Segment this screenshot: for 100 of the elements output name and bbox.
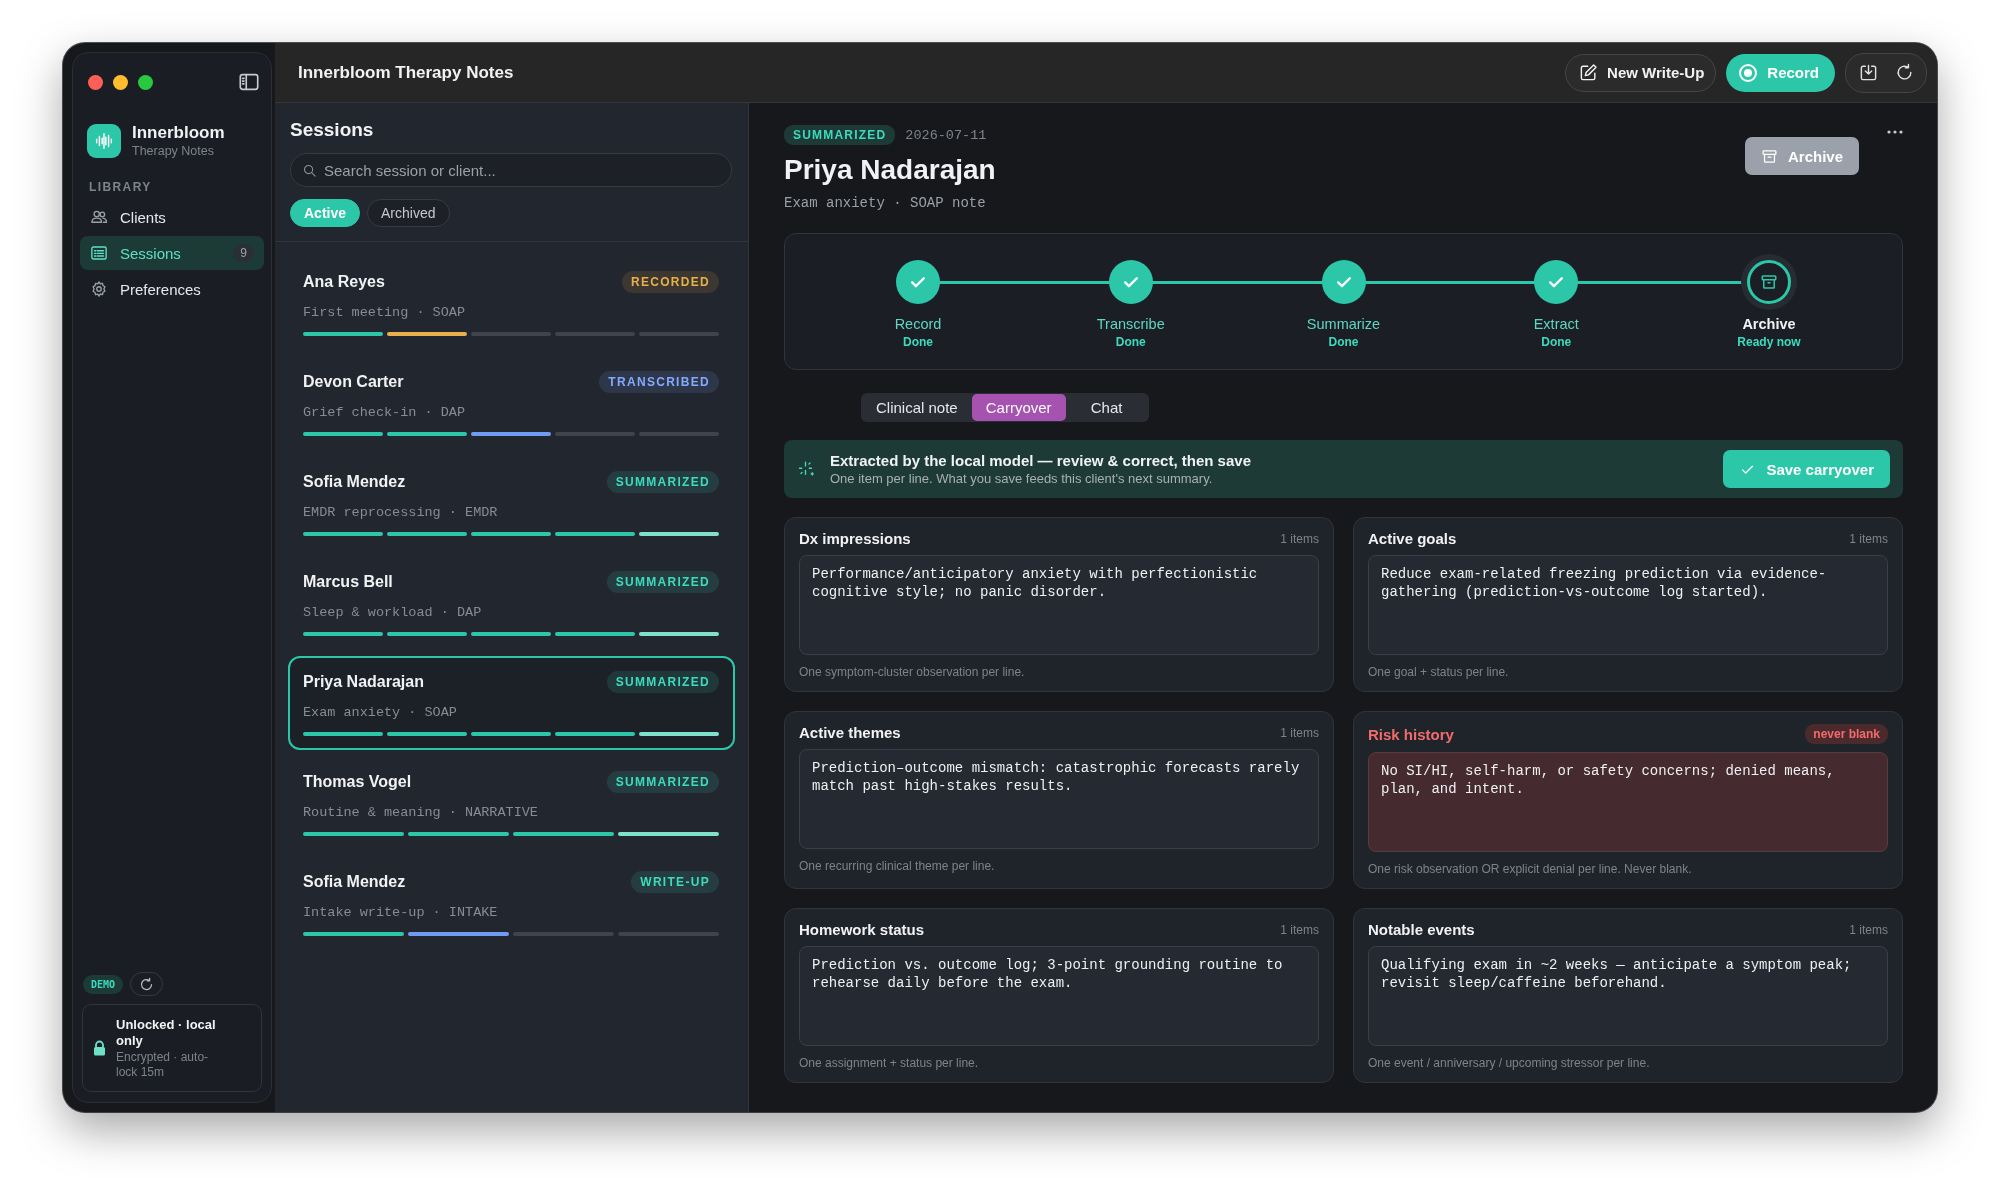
- sidebar-item[interactable]: Sessions 9: [80, 236, 264, 270]
- tab[interactable]: Clinical note: [862, 394, 972, 421]
- minimize-button[interactable]: [113, 74, 128, 90]
- archive-box-icon: [1760, 147, 1778, 165]
- step-status: Ready now: [1737, 335, 1801, 349]
- step-label: Extract: [1533, 316, 1579, 332]
- note-field[interactable]: Reduce exam-related freezing prediction via evidence-gathering (prediction-vs-outcome log started).: [1368, 555, 1888, 655]
- session-item[interactable]: Priya Nadarajan SUMMARIZED Exam anxiety · SOAP: [288, 656, 735, 750]
- new-write-up-button[interactable]: New Write-Up: [1565, 53, 1717, 92]
- session-item[interactable]: Devon Carter TRANSCRIBED Grief check-in · DAP: [288, 356, 735, 450]
- field-hint: One symptom-cluster observation per line.: [799, 665, 1026, 679]
- refresh-icon: [1894, 63, 1914, 82]
- card-title: Dx impressions: [799, 530, 911, 547]
- session-item[interactable]: Thomas Vogel SUMMARIZED Routine & meaning · NARRATIVE: [288, 756, 735, 850]
- step-label: Archive: [1742, 316, 1796, 332]
- refresh-icon: [139, 976, 155, 992]
- banner-text: One item per line. What you save feeds this client's next summary.: [830, 471, 1214, 486]
- item-count: 1 items: [1280, 531, 1319, 546]
- more-button[interactable]: [1887, 129, 1903, 135]
- field-hint: One event / anniversary / upcoming stressor per line.: [1368, 1056, 1651, 1070]
- note-field[interactable]: Qualifying exam in ~2 weeks — anticipate a symptom peak; revisit sleep/caffeine beforehand.: [1368, 946, 1888, 1046]
- status-badge: SUMMARIZED: [606, 671, 719, 693]
- sidebar-item[interactable]: Clients: [80, 200, 264, 234]
- padlock-icon: [93, 1040, 106, 1056]
- session-item[interactable]: Marcus Bell SUMMARIZED Sleep & workload · DAP: [288, 556, 735, 650]
- list-icon: [90, 244, 108, 262]
- search-field[interactable]: Search session or client...: [290, 153, 732, 187]
- sparkle-icon: [798, 460, 816, 478]
- step-status: Done: [1328, 335, 1359, 349]
- client-name: Marcus Bell: [303, 573, 393, 591]
- close-button[interactable]: [88, 74, 103, 90]
- item-count: 1 items: [1280, 725, 1319, 740]
- field-hint: One recurring clinical theme per line.: [799, 859, 996, 873]
- client-name: Priya Nadarajan: [303, 673, 424, 691]
- tab[interactable]: Chat: [1065, 394, 1148, 421]
- status-badge: SUMMARIZED: [606, 471, 719, 493]
- client-name: Thomas Vogel: [303, 773, 412, 791]
- session-item[interactable]: Sofia Mendez SUMMARIZED EMDR reprocessing · EMDR: [288, 456, 735, 550]
- session-date: 2026-07-11: [905, 127, 987, 143]
- step-status: Done: [1541, 335, 1572, 349]
- demo-badge: DEMO: [83, 974, 124, 994]
- session-meta: Exam anxiety · SOAP: [303, 705, 458, 720]
- client-name: Sofia Mendez: [303, 873, 406, 891]
- card-title: Notable events: [1368, 921, 1475, 938]
- item-count: 1 items: [1849, 922, 1888, 937]
- lock-detail: Encrypted · auto-lock 15m: [116, 1050, 210, 1079]
- item-count: 1 items: [1849, 531, 1888, 546]
- client-name-heading: Priya Nadarajan: [784, 154, 997, 186]
- card-title: Active goals: [1368, 530, 1457, 547]
- app-subtitle: Therapy Notes: [132, 144, 215, 158]
- gear-icon: [90, 280, 108, 298]
- count-badge: 9: [233, 244, 254, 262]
- status-badge: WRITE-UP: [631, 871, 719, 893]
- status-badge: SUMMARIZED: [784, 125, 896, 145]
- session-item[interactable]: Sofia Mendez WRITE-UP Intake write-up · INTAKE: [288, 856, 735, 950]
- sidebar-toggle-icon: [238, 71, 260, 93]
- client-name: Sofia Mendez: [303, 473, 406, 491]
- section-label: LIBRARY: [89, 180, 153, 194]
- note-field[interactable]: Prediction vs. outcome log; 3-point grounding routine to rehearse daily before the exam.: [799, 946, 1319, 1046]
- status-badge: SUMMARIZED: [606, 571, 719, 593]
- download-icon: [1858, 63, 1878, 82]
- client-name: Ana Reyes: [303, 273, 385, 291]
- field-hint: One risk observation OR explicit denial per line. Never blank.: [1368, 862, 1693, 876]
- note-field[interactable]: No SI/HI, self-harm, or safety concerns; denied means, plan, and intent.: [1368, 752, 1888, 852]
- session-meta: Grief check-in · DAP: [303, 405, 467, 420]
- tab[interactable]: Carryover: [971, 394, 1066, 421]
- step-label: Summarize: [1306, 316, 1381, 332]
- edit-icon: [1579, 63, 1599, 82]
- session-meta: First meeting · SOAP: [303, 305, 467, 320]
- window-title: Innerbloom Therapy Notes: [298, 62, 515, 83]
- card-title: Risk history: [1368, 725, 1454, 743]
- field-hint: One assignment + status per line.: [799, 1056, 980, 1070]
- field-hint: One goal + status per line.: [1368, 665, 1510, 679]
- card-title: Active themes: [799, 724, 901, 741]
- session-meta: Sleep & workload · DAP: [303, 605, 483, 620]
- note-field[interactable]: Prediction–outcome mismatch: catastrophic forecasts rarely match past high-stakes results.: [799, 749, 1319, 849]
- filter-chip[interactable]: Archived: [367, 199, 450, 227]
- session-meta: EMDR reprocessing · EMDR: [303, 505, 499, 520]
- sidebar-item[interactable]: Preferences: [80, 272, 264, 306]
- warning-badge: never blank: [1805, 724, 1888, 744]
- step-status: Done: [903, 335, 933, 349]
- step-label: Transcribe: [1096, 316, 1165, 332]
- lock-title: Unlocked · local only: [116, 1017, 216, 1049]
- status-badge: RECORDED: [621, 271, 719, 293]
- step-status: Done: [1115, 335, 1146, 349]
- people-icon: [90, 208, 108, 226]
- session-item[interactable]: Ana Reyes RECORDED First meeting · SOAP: [288, 256, 735, 350]
- record-icon: [1738, 62, 1759, 83]
- search-icon: [302, 163, 317, 178]
- note-field[interactable]: Performance/anticipatory anxiety with perfectionistic cognitive style; no panic disorder.: [799, 555, 1319, 655]
- panel-title: Sessions: [290, 119, 375, 141]
- banner-title: Extracted by the local model — review & correct, then save: [830, 452, 1252, 469]
- status-badge: TRANSCRIBED: [599, 371, 719, 393]
- session-meta: Routine & meaning · NARRATIVE: [303, 805, 539, 820]
- zoom-button[interactable]: [138, 74, 153, 90]
- app-name: Innerbloom: [132, 123, 225, 143]
- session-meta: Intake write-up · INTAKE: [303, 905, 499, 920]
- status-badge: SUMMARIZED: [606, 771, 719, 793]
- session-subtitle: Exam anxiety · SOAP note: [784, 195, 987, 211]
- item-count: 1 items: [1280, 922, 1319, 937]
